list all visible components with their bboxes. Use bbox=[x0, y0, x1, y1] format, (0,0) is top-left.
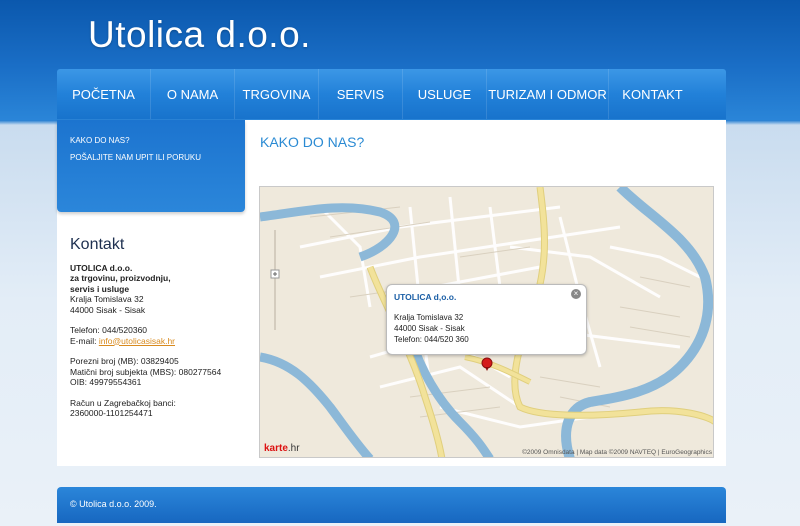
page-title: KAKO DO NAS? bbox=[260, 134, 365, 150]
site-logo[interactable]: Utolica d.o.o. bbox=[88, 14, 311, 56]
company-name: UTOLICA d.o.o. bbox=[70, 262, 133, 273]
nav-pocetna[interactable]: POČETNA bbox=[57, 69, 151, 119]
nav-servis[interactable]: SERVIS bbox=[319, 69, 403, 119]
email-link[interactable]: info@utolicasisak.hr bbox=[99, 336, 175, 346]
oib-number: OIB: 49979554361 bbox=[70, 377, 142, 387]
provider-logo-main: karte bbox=[264, 443, 288, 454]
subnav-posaljite-upit[interactable]: POŠALJITE NAM UPIT ILI PORUKU bbox=[70, 153, 245, 162]
sub-navigation: KAKO DO NAS? POŠALJITE NAM UPIT ILI PORU… bbox=[57, 120, 245, 212]
map-zoom-control[interactable] bbox=[270, 230, 280, 330]
close-icon[interactable]: × bbox=[571, 289, 581, 299]
nav-turizam[interactable]: TURIZAM I ODMOR bbox=[487, 69, 609, 119]
popup-street: Kralja Tomislava 32 bbox=[394, 313, 464, 322]
nav-trgovina[interactable]: TRGOVINA bbox=[235, 69, 319, 119]
bank-label: Račun u Zagrebačkoj banci: bbox=[70, 397, 176, 408]
popup-phone: Telefon: 044/520 360 bbox=[394, 335, 469, 344]
company-desc-1: za trgovinu, proizvodnju, bbox=[70, 273, 171, 283]
popup-title: UTOLICA d,o.o. bbox=[394, 292, 457, 302]
map-provider-logo[interactable]: karte.hr bbox=[264, 443, 300, 454]
nav-kontakt[interactable]: KONTAKT bbox=[609, 69, 696, 119]
subnav-kako-do-nas[interactable]: KAKO DO NAS? bbox=[70, 136, 245, 145]
provider-logo-suffix: .hr bbox=[287, 443, 300, 454]
email-label: E-mail: bbox=[70, 335, 99, 346]
contact-street: Kralja Tomislava 32 bbox=[70, 294, 144, 304]
nav-usluge[interactable]: USLUGE bbox=[403, 69, 487, 119]
map-credits: ©2009 Omnisdata | Map data ©2009 NAVTEQ … bbox=[522, 449, 712, 456]
footer: © Utolica d.o.o. 2009. bbox=[57, 487, 726, 523]
map-pin-icon[interactable] bbox=[481, 357, 493, 376]
bank-account: 2360000-1101254471 bbox=[70, 408, 153, 418]
footer-copyright: © Utolica d.o.o. 2009. bbox=[70, 499, 157, 509]
contact-block: Kontakt UTOLICA d.o.o. za trgovinu, proi… bbox=[70, 236, 240, 419]
contact-city: 44000 Sisak - Sisak bbox=[70, 304, 146, 315]
contact-phone: Telefon: 044/520360 bbox=[70, 325, 148, 335]
nav-o-nama[interactable]: O NAMA bbox=[151, 69, 235, 119]
contact-heading: Kontakt bbox=[70, 236, 125, 253]
popup-city: 44000 Sisak - Sisak bbox=[394, 324, 465, 333]
main-nav: POČETNA O NAMA TRGOVINA SERVIS USLUGE TU… bbox=[57, 69, 726, 119]
map-info-popup: × UTOLICA d,o.o. Kralja Tomislava 32 440… bbox=[386, 284, 587, 355]
contact-email-row: E-mail: info@utolicasisak.hr bbox=[70, 336, 240, 347]
tax-number: Porezni broj (MB): 03829405 bbox=[70, 356, 179, 366]
registration-number: Matični broj subjekta (MBS): 080277564 bbox=[70, 366, 222, 377]
company-desc-2: servis i usluge bbox=[70, 283, 130, 294]
